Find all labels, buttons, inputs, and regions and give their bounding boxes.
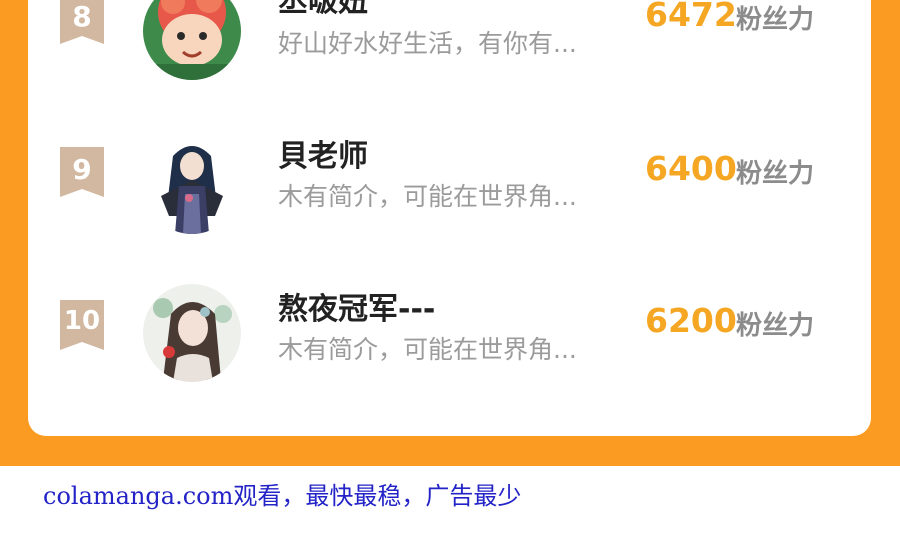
avatar[interactable] <box>143 0 241 80</box>
user-bio: 木有简介，可能在世界角... <box>278 335 577 364</box>
leaderboard-row[interactable]: 10 熬夜冠军--- 木有简介，可能在世界角... 6200 粉丝力 <box>28 278 871 398</box>
leaderboard-card: 8 丞啵妞 好山好水好生活，有你有... 6472 粉丝力 9 貝老师 木有简介… <box>28 0 871 436</box>
rank-badge: 8 <box>60 0 104 44</box>
user-name[interactable]: 丞啵妞 <box>278 0 368 20</box>
user-name[interactable]: 熬夜冠军--- <box>278 284 435 328</box>
rank-number: 8 <box>72 0 92 33</box>
fans-label: 粉丝力 <box>736 5 815 35</box>
fans-count: 6200 <box>645 301 737 340</box>
leaderboard-row[interactable]: 8 丞啵妞 好山好水好生活，有你有... 6472 粉丝力 <box>28 0 871 92</box>
fans-label: 粉丝力 <box>736 311 815 341</box>
rank-number: 9 <box>72 153 92 186</box>
fans-count: 6472 <box>645 0 737 34</box>
fans-label: 粉丝力 <box>736 159 815 189</box>
leaderboard-row[interactable]: 9 貝老师 木有简介，可能在世界角... 6400 粉丝力 <box>28 125 871 245</box>
avatar[interactable] <box>143 284 241 382</box>
rank-number: 10 <box>63 306 101 336</box>
user-bio: 木有简介，可能在世界角... <box>278 182 577 211</box>
avatar[interactable] <box>143 136 241 234</box>
user-bio: 好山好水好生活，有你有... <box>278 29 577 58</box>
watermark-link[interactable]: colamanga.com观看，最快最稳，广告最少 <box>43 476 521 511</box>
rank-badge: 10 <box>60 300 104 350</box>
rank-badge: 9 <box>60 147 104 197</box>
fans-count: 6400 <box>645 149 737 188</box>
user-name[interactable]: 貝老师 <box>278 131 368 175</box>
